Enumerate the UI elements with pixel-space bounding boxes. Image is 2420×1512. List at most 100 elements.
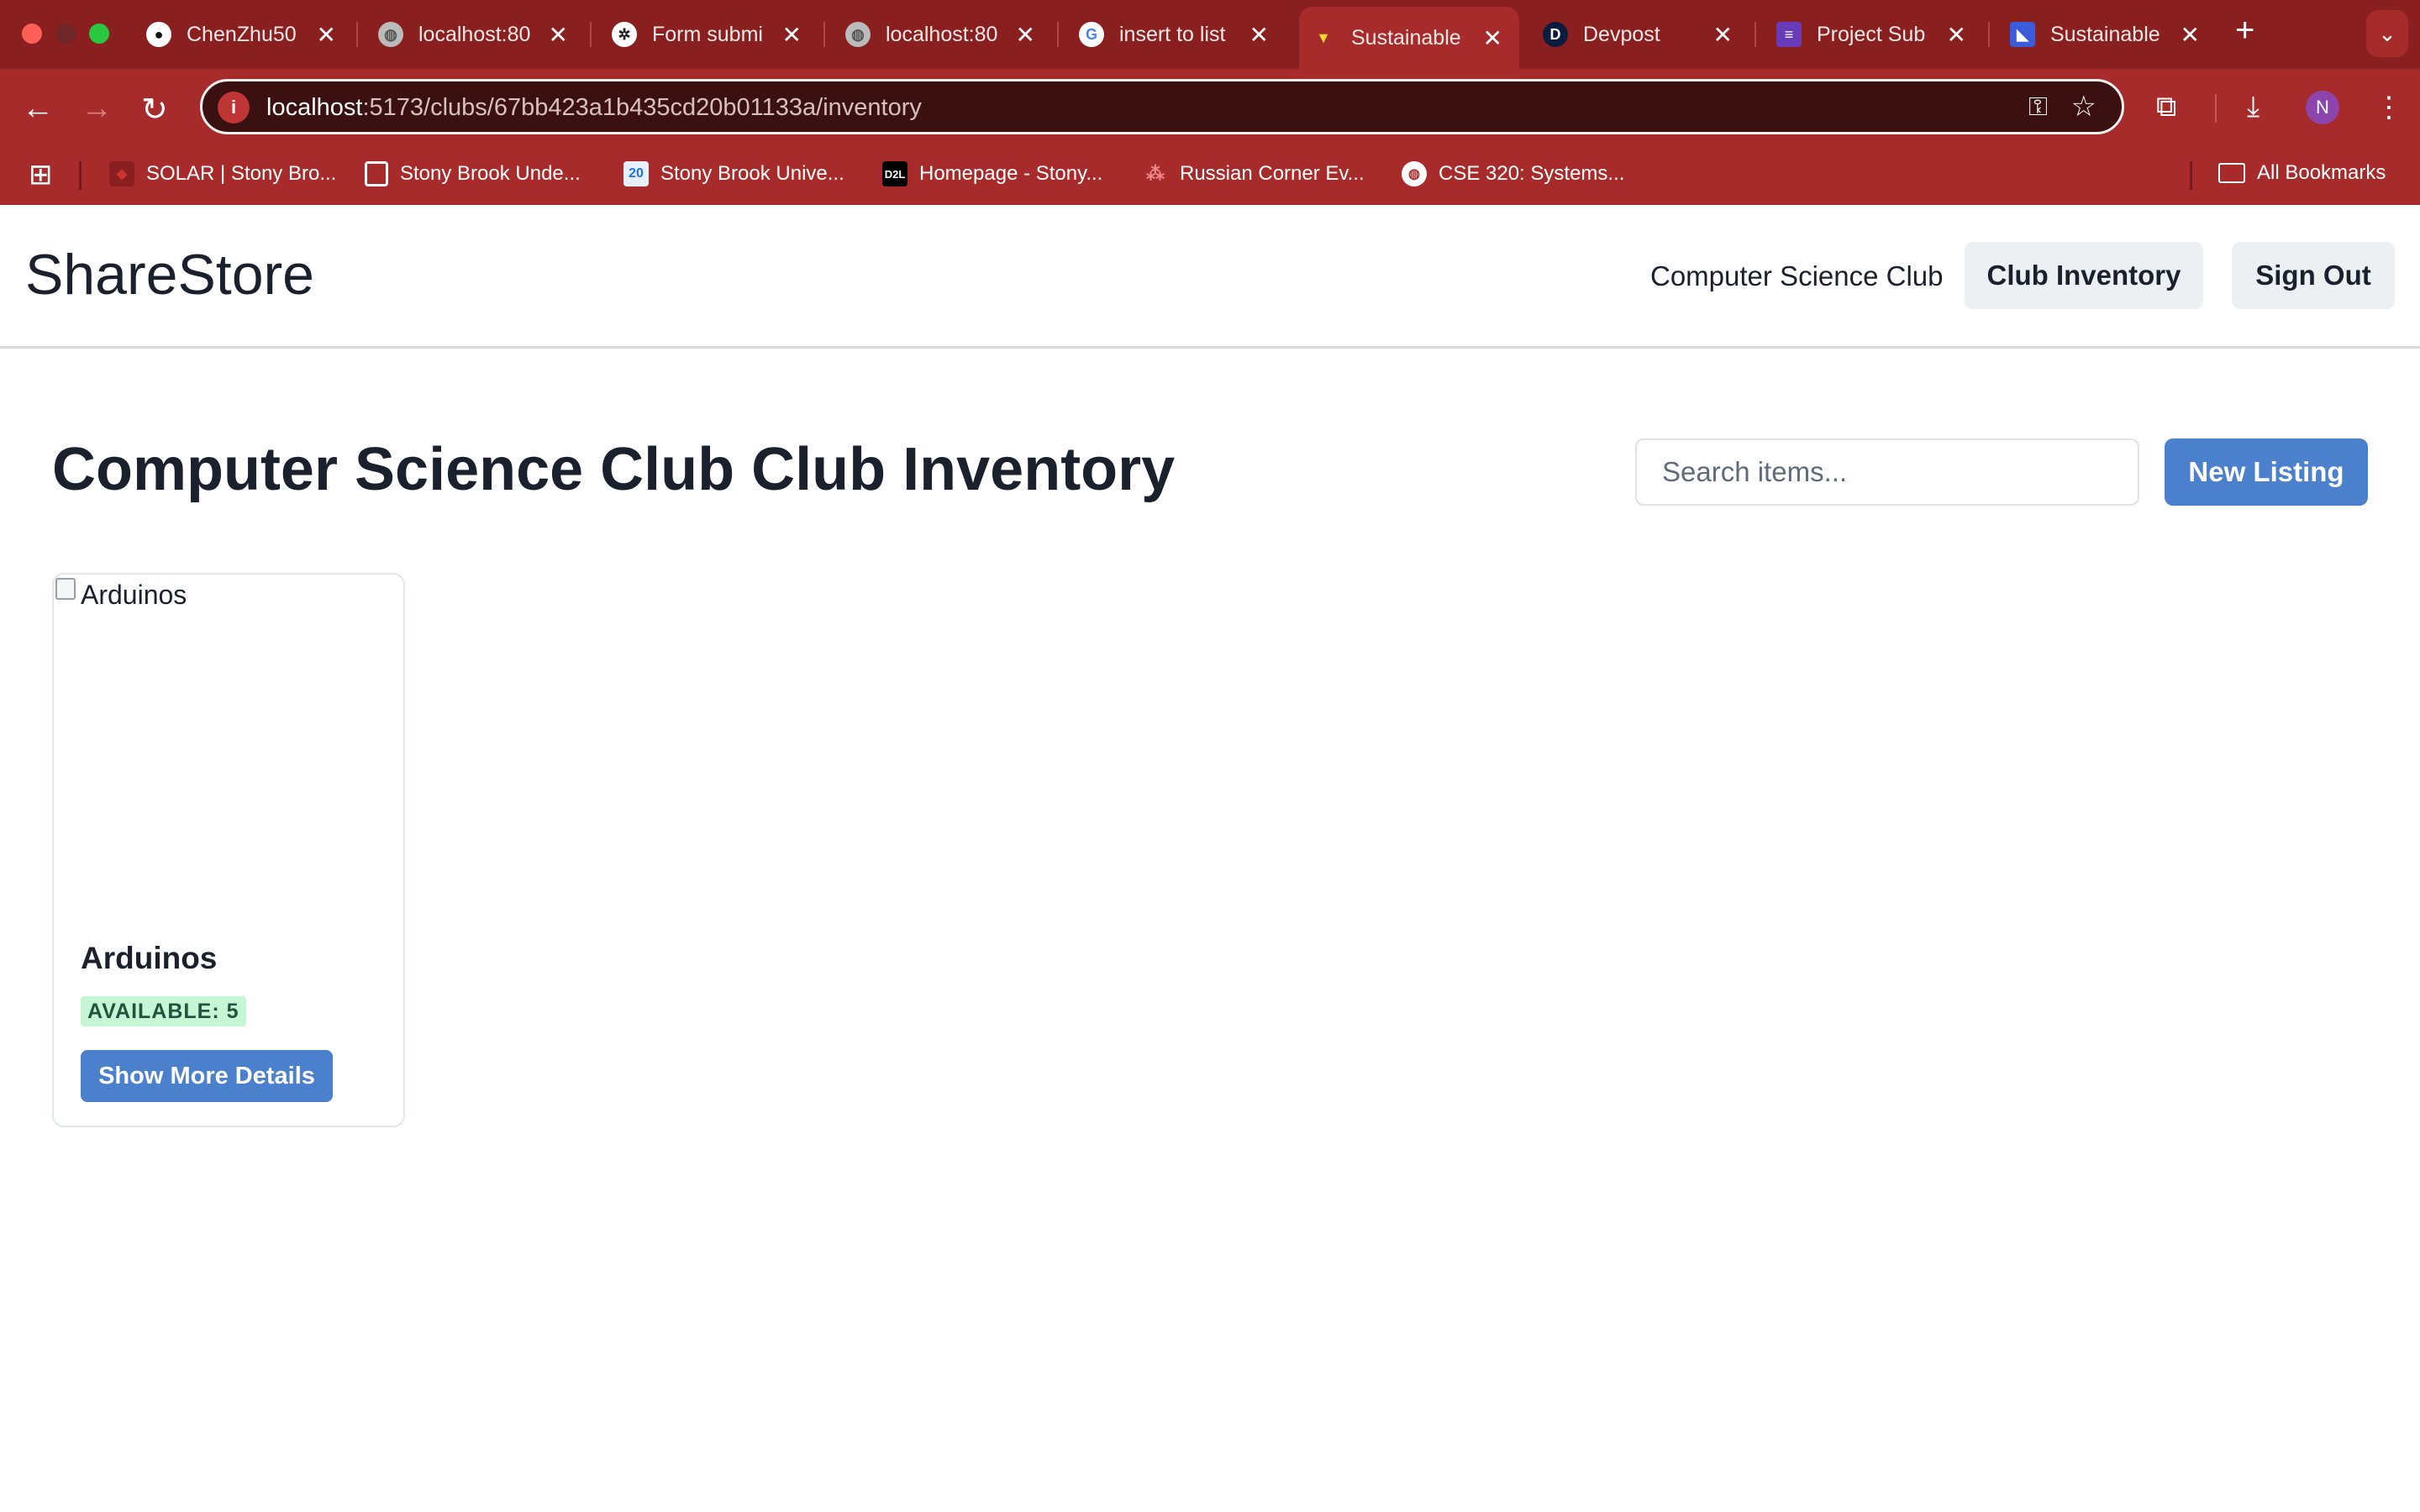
tab-title: ChenZhu50	[187, 22, 297, 46]
bookmark-item[interactable]: ⁂ Russian Corner Ev...	[1143, 161, 1365, 186]
browser-tab-strip: ● ChenZhu50 ✕ ◍ localhost:80 ✕ ✲ Form su…	[0, 0, 2420, 69]
item-card: Arduinos Arduinos AVAILABLE: 5 Show More…	[52, 573, 405, 1127]
reload-button[interactable]: ↻	[141, 91, 168, 129]
close-icon[interactable]: ✕	[317, 21, 336, 49]
tab-title: insert to list	[1119, 22, 1226, 46]
bookmark-label: Russian Corner Ev...	[1180, 162, 1365, 185]
site-info-icon[interactable]: i	[218, 92, 250, 123]
page-title-club: Computer Science Club	[52, 436, 735, 503]
globe-icon: ◍	[845, 22, 871, 47]
close-icon[interactable]: ✕	[782, 21, 802, 49]
toolbar-separator	[2215, 94, 2217, 123]
new-tab-button[interactable]: +	[2235, 12, 2254, 50]
close-icon[interactable]: ✕	[1249, 21, 1269, 49]
url-host: localhost	[266, 94, 363, 121]
item-image-alt: Arduinos	[81, 580, 187, 610]
shield-icon	[365, 161, 388, 186]
brand-logo[interactable]: ShareStore	[25, 242, 314, 307]
club-inventory-button[interactable]: Club Inventory	[1965, 242, 2203, 309]
bookmark-item[interactable]: ◆ SOLAR | Stony Bro...	[109, 161, 336, 186]
bookmark-label: SOLAR | Stony Bro...	[146, 162, 337, 185]
bookmark-item[interactable]: Stony Brook Unde...	[365, 161, 581, 186]
solar-icon: ◆	[109, 161, 134, 186]
devpost-icon: D	[1543, 22, 1568, 47]
openai-icon: ✲	[612, 22, 637, 47]
bookmark-label: CSE 320: Systems...	[1439, 162, 1625, 185]
dots-icon: ⁂	[1146, 163, 1165, 184]
window-minimize-button[interactable]	[55, 24, 76, 44]
bookmark-label: Homepage - Stony...	[919, 162, 1103, 185]
tab-title: Devpost	[1583, 22, 1660, 46]
browser-tab[interactable]: ● ChenZhu50 ✕	[134, 7, 353, 62]
menu-kebab-icon[interactable]: ⋮	[2375, 91, 2403, 124]
apps-grid-icon[interactable]: ⊞	[29, 158, 53, 192]
availability-badge: AVAILABLE: 5	[81, 996, 246, 1026]
tab-separator	[590, 22, 592, 47]
forms-icon: ≡	[1776, 22, 1802, 47]
bookmark-separator	[79, 161, 82, 190]
browser-tab[interactable]: ◣ Sustainable ✕	[1998, 7, 2217, 62]
profile-avatar[interactable]: N	[2306, 91, 2339, 124]
forward-button[interactable]: →	[81, 91, 113, 127]
address-bar[interactable]: i localhost:5173/clubs/67bb423a1b435cd20…	[200, 79, 2124, 134]
bookmark-item[interactable]: D2L Homepage - Stony...	[882, 161, 1102, 186]
google-icon: G	[1079, 22, 1104, 47]
folder-icon	[2218, 163, 2245, 183]
browser-tab-active[interactable]: ▼ Sustainable ✕	[1299, 7, 1519, 69]
all-bookmarks-button[interactable]: All Bookmarks	[2218, 161, 2386, 185]
bookmark-label: Stony Brook Unde...	[400, 162, 581, 185]
browser-tab[interactable]: ◍ localhost:80 ✕	[834, 7, 1052, 62]
bookmark-star-icon[interactable]: ☆	[2071, 90, 2096, 123]
address-url[interactable]: localhost:5173/clubs/67bb423a1b435cd20b0…	[266, 94, 922, 122]
app-icon: ◣	[2010, 22, 2035, 47]
browser-tab[interactable]: D Devpost ✕	[1531, 7, 1749, 62]
download-icon[interactable]: ⤓	[2247, 91, 2260, 123]
browser-toolbar: ← → ↻ i localhost:5173/clubs/67bb423a1b4…	[0, 69, 2420, 146]
close-icon[interactable]: ✕	[1483, 24, 1502, 52]
bookmark-item[interactable]: 20 Stony Brook Unive...	[623, 161, 844, 186]
new-listing-button[interactable]: New Listing	[2165, 438, 2368, 506]
globe-icon: ◍	[1402, 161, 1427, 186]
tab-title: localhost:80	[886, 22, 998, 46]
tab-title: Sustainable	[2050, 22, 2160, 46]
browser-tab[interactable]: ≡ Project Sub ✕	[1765, 7, 1983, 62]
tab-title: Sustainable	[1351, 25, 1461, 50]
tab-separator	[1988, 22, 1990, 47]
browser-tab[interactable]: ◍ localhost:80 ✕	[366, 7, 585, 62]
app-header: ShareStore Computer Science Club Club In…	[0, 205, 2420, 349]
bookmark-item[interactable]: ◍ CSE 320: Systems...	[1402, 161, 1624, 186]
close-icon[interactable]: ✕	[1947, 21, 1966, 49]
page-title-suffix: Club Inventory	[751, 436, 1176, 503]
browser-tab[interactable]: ✲ Form submi ✕	[600, 7, 818, 62]
calendar-icon: 20	[623, 161, 649, 186]
tab-separator	[1754, 22, 1756, 47]
password-key-icon[interactable]: ⚿	[2028, 93, 2048, 122]
tab-separator	[356, 22, 358, 47]
tab-separator	[823, 22, 825, 47]
close-icon[interactable]: ✕	[549, 21, 568, 49]
close-icon[interactable]: ✕	[1713, 21, 1733, 49]
nav-club-link[interactable]: Computer Science Club	[1650, 260, 1944, 292]
window-close-button[interactable]	[22, 24, 42, 44]
d2l-icon: D2L	[882, 161, 908, 186]
show-more-details-button[interactable]: Show More Details	[81, 1050, 333, 1102]
extensions-icon[interactable]: ⧉	[2156, 91, 2176, 123]
vite-icon: ▼	[1316, 29, 1331, 46]
bookmark-separator	[2190, 161, 2192, 190]
search-input[interactable]	[1635, 438, 2139, 506]
tab-search-button[interactable]: ⌄	[2366, 10, 2408, 57]
item-image: Arduinos	[54, 575, 403, 911]
item-name: Arduinos	[81, 941, 218, 975]
window-zoom-button[interactable]	[89, 24, 109, 44]
close-icon[interactable]: ✕	[1016, 21, 1035, 49]
back-button[interactable]: ←	[22, 91, 54, 127]
close-icon[interactable]: ✕	[2181, 21, 2200, 49]
sign-out-button[interactable]: Sign Out	[2232, 242, 2395, 309]
broken-image-icon	[55, 578, 76, 600]
all-bookmarks-label: All Bookmarks	[2257, 161, 2386, 184]
tab-title: Project Sub	[1817, 22, 1926, 46]
browser-tab[interactable]: G insert to list ✕	[1067, 7, 1286, 62]
page-title: Computer Science Club Club Inventory	[52, 435, 1175, 504]
url-path: :5173/clubs/67bb423a1b435cd20b01133a/inv…	[362, 94, 922, 121]
github-icon: ●	[146, 22, 171, 47]
